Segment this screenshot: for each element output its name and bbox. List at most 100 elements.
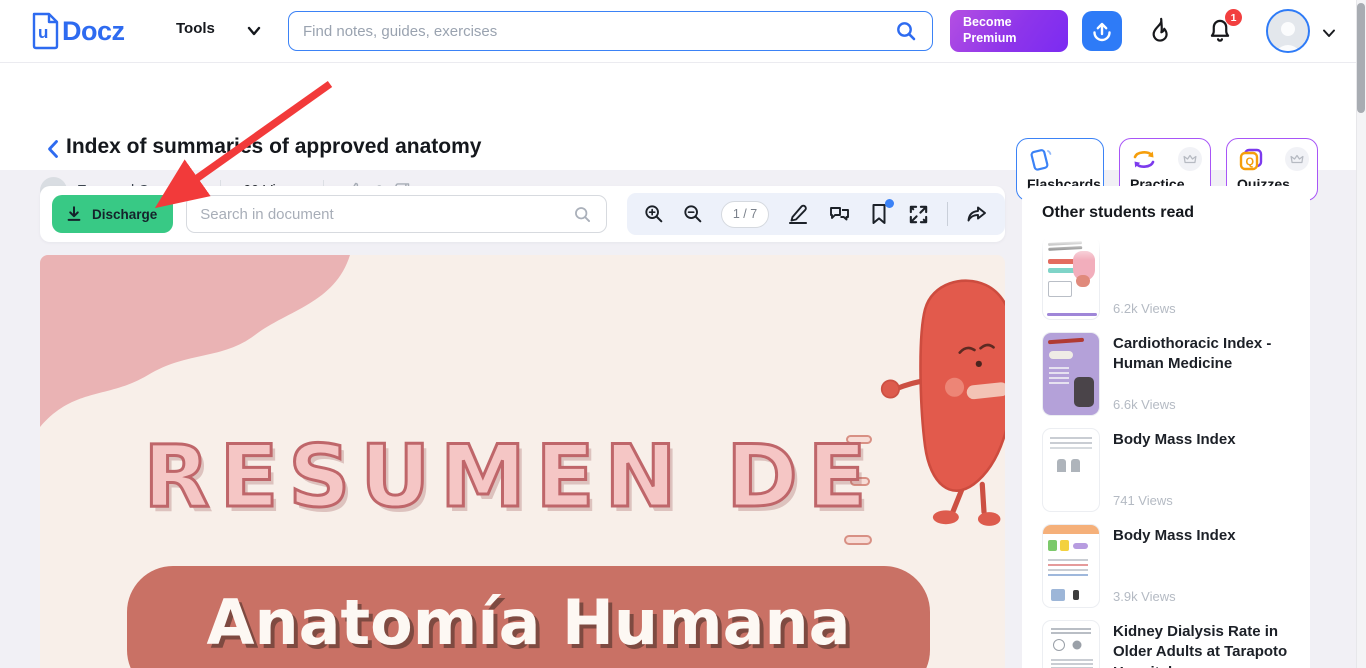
highlighter-button[interactable] [786, 202, 810, 226]
search-icon[interactable] [894, 19, 918, 43]
logo-text: Docz [62, 15, 125, 46]
zoom-out-button[interactable] [682, 203, 704, 225]
doc-thumbnail[interactable] [1042, 524, 1100, 608]
udocz-logo[interactable]: u Docz [30, 12, 125, 50]
tools-menu[interactable]: Tools [176, 20, 215, 37]
global-search-bar[interactable] [288, 11, 933, 51]
list-item[interactable]: Cardiothoracic Index - Human Medicine 6.… [1042, 332, 1290, 416]
doc-thumbnail[interactable] [1042, 428, 1100, 512]
zoom-in-button[interactable] [643, 203, 665, 225]
premium-label-line1: Become [963, 15, 1012, 30]
doc-item-views: 3.9k Views [1113, 589, 1176, 604]
doc-item-views: 741 Views [1113, 493, 1173, 508]
thumbnail-art [1073, 590, 1079, 600]
list-item-text: Kidney Dialysis Rate in Older Adults at … [1113, 620, 1290, 668]
thumbnail-art [1049, 367, 1069, 369]
download-button[interactable]: Discharge [52, 195, 174, 233]
thumbnail-art [1051, 589, 1065, 601]
thumbnail-art [1049, 351, 1073, 359]
doc-item-views: 6.2k Views [1113, 301, 1176, 316]
thumbnail-art [1073, 543, 1088, 549]
thumbnail-art [1048, 540, 1057, 551]
doc-thumbnail[interactable] [1042, 236, 1100, 320]
comments-button[interactable] [827, 202, 851, 226]
fullscreen-button[interactable] [907, 203, 930, 226]
upload-button[interactable] [1082, 11, 1122, 51]
thumbnail-art [1048, 268, 1076, 273]
doc-thumbnail[interactable] [1042, 332, 1100, 416]
udocz-document-icon: u [32, 12, 59, 50]
fullscreen-icon [909, 205, 928, 223]
list-item-text: Body Mass Index 3.9k Views [1113, 524, 1290, 608]
svg-text:u: u [38, 23, 48, 42]
list-item[interactable]: Body Mass Index 3.9k Views [1042, 524, 1290, 608]
thumbnail-art [1051, 659, 1093, 661]
back-button[interactable] [44, 138, 62, 160]
thumbnail-art [1060, 540, 1069, 551]
practice-loop-icon [1133, 151, 1155, 168]
thumbnail-art [1048, 281, 1072, 297]
premium-crown-badge [1285, 147, 1309, 171]
share-icon [967, 206, 986, 222]
document-search-bar[interactable] [186, 195, 607, 233]
doc-item-title[interactable]: Body Mass Index [1113, 430, 1290, 450]
account-chevron-down-icon[interactable] [1320, 24, 1338, 42]
person-silhouette-icon [1275, 22, 1301, 51]
cover-banner: Anatomía Humana [127, 566, 930, 668]
doc-item-title[interactable]: Kidney Dialysis Rate in Older Adults at … [1113, 622, 1290, 668]
zoom-in-icon [645, 205, 663, 223]
thumbnail-art [1050, 437, 1092, 439]
heart-character-illustration [880, 279, 1005, 526]
list-item[interactable]: Kidney Dialysis Rate in Older Adults at … [1042, 620, 1290, 668]
recommended-documents-list: 6.2k Views Cardiothoracic Index - Human … [1038, 234, 1294, 668]
list-item[interactable]: 6.2k Views [1042, 236, 1290, 320]
doc-thumbnail[interactable] [1042, 620, 1100, 668]
user-avatar[interactable] [1266, 9, 1310, 53]
list-item[interactable]: Body Mass Index 741 Views [1042, 428, 1290, 512]
cover-title-line1: RESUMEN DE [142, 426, 877, 529]
streak-flame-icon[interactable] [1146, 16, 1174, 46]
cover-title-line2: Anatomía Humana [206, 586, 851, 659]
highlighter-icon [788, 204, 808, 225]
quizzes-icon: Q [1239, 148, 1263, 171]
doc-item-title[interactable]: Cardiothoracic Index - Human Medicine [1113, 334, 1290, 375]
doc-item-views: 6.6k Views [1113, 397, 1176, 412]
upload-icon [1093, 22, 1111, 42]
become-premium-button[interactable]: Become Premium [950, 10, 1068, 52]
crown-icon [1290, 154, 1304, 164]
thumbnail-art [1057, 459, 1066, 472]
download-icon [67, 206, 81, 221]
crown-icon [1183, 154, 1197, 164]
document-toolbar: Discharge 1 / 7 [40, 186, 1005, 242]
search-icon [575, 206, 591, 222]
document-search-input[interactable] [200, 205, 572, 223]
thumbnail-art [1076, 275, 1090, 287]
doc-item-title[interactable]: Body Mass Index [1113, 526, 1290, 546]
thumbnail-art [1043, 525, 1099, 534]
thumbnail-art [1053, 639, 1065, 651]
thumbnail-art [1048, 559, 1088, 561]
thumbnail-art [1047, 241, 1083, 246]
bookmark-button[interactable] [868, 199, 894, 226]
thumbnail-art [1047, 313, 1097, 316]
share-button[interactable] [965, 202, 989, 226]
premium-crown-badge [1178, 147, 1202, 171]
svg-text:Q: Q [1246, 156, 1255, 168]
page-indicator: 1 / 7 [721, 200, 769, 228]
divider [947, 202, 948, 226]
document-viewer-page[interactable]: RESUMEN DE Anatomía Humana [40, 255, 1005, 668]
scrollbar-thumb[interactable] [1357, 3, 1365, 113]
cover-pink-blob [40, 255, 350, 427]
list-item-text: Body Mass Index 741 Views [1113, 428, 1290, 512]
page-scrollbar[interactable] [1356, 0, 1366, 668]
premium-label-line2: Premium [963, 31, 1017, 45]
global-search-input[interactable] [303, 22, 894, 40]
bookmark-active-dot [885, 199, 894, 208]
page-title: Index of summaries of approved anatomy [66, 135, 482, 158]
thumbnail-art [1074, 377, 1094, 407]
comments-icon [830, 207, 849, 221]
top-navbar: u Docz Tools Become Premium 1 [0, 0, 1366, 62]
zoom-out-icon [684, 205, 702, 223]
notifications-button[interactable]: 1 [1206, 9, 1242, 50]
tools-chevron-down-icon[interactable] [244, 21, 264, 41]
